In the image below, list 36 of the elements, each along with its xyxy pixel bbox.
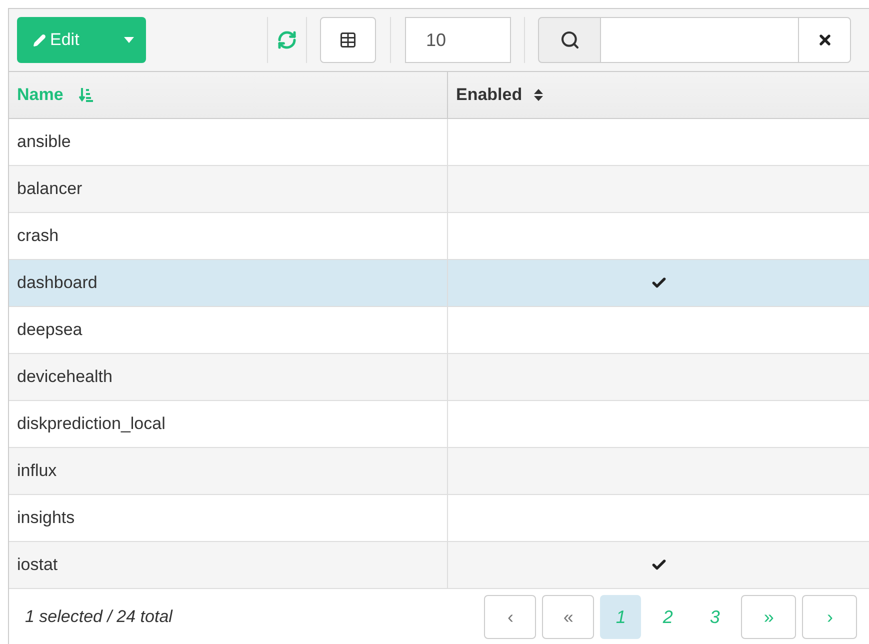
table-row[interactable]: influx	[9, 448, 869, 495]
table-cell-text: crash	[17, 225, 59, 248]
table-cell-text: balancer	[17, 178, 82, 200]
table-cell-text: diskprediction_local	[17, 413, 166, 436]
pencil-icon	[33, 34, 46, 46]
table-row[interactable]: ansible	[9, 119, 869, 166]
table-cell-text: influx	[17, 460, 57, 482]
table-row[interactable]: devicehealth	[9, 354, 869, 401]
table-row[interactable]: crash	[9, 213, 869, 260]
table-cell-text: dashboard	[17, 272, 98, 294]
table-icon	[339, 31, 357, 49]
table-cell-text: deepsea	[17, 319, 82, 342]
table-cell-text: devicehealth	[17, 366, 112, 388]
table-row[interactable]: balancer	[9, 166, 869, 213]
refresh-icon	[277, 30, 297, 50]
column-header[interactable]: Enabled	[448, 72, 869, 118]
table-row[interactable]: deepsea	[9, 307, 869, 354]
table-row[interactable]: diskprediction_local	[9, 401, 869, 448]
pagination-button[interactable]: «	[542, 595, 594, 639]
selection-summary: 1 selected / 24 total	[25, 606, 172, 628]
table-cell-text: insights	[17, 507, 75, 530]
caret-icon	[124, 37, 134, 43]
pagination-button[interactable]: ‹	[484, 595, 536, 639]
sort-descending-icon	[79, 87, 94, 103]
table-cell-text: ansible	[17, 131, 71, 154]
search-field[interactable]	[601, 17, 798, 63]
table-row[interactable]: iostat	[9, 542, 869, 589]
table-row[interactable]: insights	[9, 495, 869, 542]
search-icon	[560, 30, 580, 50]
page-size-field[interactable]: 10	[405, 17, 511, 63]
table-cell-text: iostat	[17, 554, 58, 576]
columns-button[interactable]	[320, 17, 376, 63]
clear-search-button[interactable]	[798, 17, 851, 63]
close-icon	[816, 32, 832, 48]
sort-icon	[534, 89, 544, 101]
table-row[interactable]: dashboard	[9, 260, 869, 307]
